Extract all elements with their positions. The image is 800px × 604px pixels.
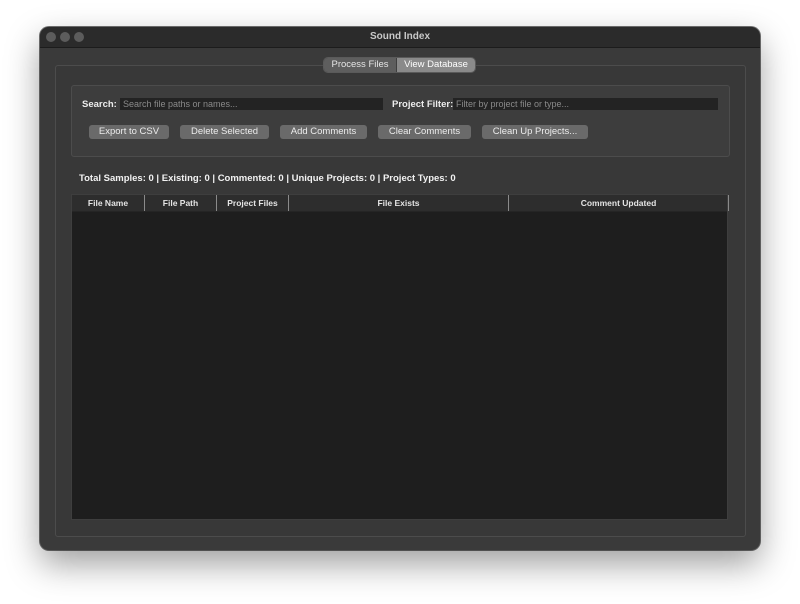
samples-table[interactable]: File Name File Path Project Files File E… xyxy=(71,194,729,520)
clean-up-projects-button[interactable]: Clean Up Projects... xyxy=(482,125,588,139)
table-body[interactable] xyxy=(72,212,727,519)
table-header: File Name File Path Project Files File E… xyxy=(72,195,729,212)
project-filter-input[interactable] xyxy=(453,98,718,110)
tab-bar: Process Files View Database xyxy=(324,58,475,72)
column-header-project-files[interactable]: Project Files xyxy=(217,195,289,211)
search-input[interactable] xyxy=(120,98,383,110)
search-label: Search: xyxy=(82,99,117,110)
column-header-comment-updated[interactable]: Comment Updated xyxy=(509,195,729,211)
clear-comments-button[interactable]: Clear Comments xyxy=(378,125,471,139)
column-header-file-name[interactable]: File Name xyxy=(72,195,145,211)
tab-process-files[interactable]: Process Files xyxy=(324,58,397,72)
title-bar[interactable]: Sound Index xyxy=(40,27,760,48)
project-filter-label: Project Filter: xyxy=(392,99,454,110)
window-title: Sound Index xyxy=(370,31,430,42)
app-window: Sound Index Process Files View Database … xyxy=(40,27,760,550)
export-csv-button[interactable]: Export to CSV xyxy=(89,125,169,139)
column-header-file-exists[interactable]: File Exists xyxy=(289,195,509,211)
delete-selected-button[interactable]: Delete Selected xyxy=(180,125,269,139)
database-stats: Total Samples: 0 | Existing: 0 | Comment… xyxy=(79,173,456,184)
add-comments-button[interactable]: Add Comments xyxy=(280,125,367,139)
tab-view-database[interactable]: View Database xyxy=(397,58,475,72)
filter-toolbar: Search: Project Filter: Export to CSV De… xyxy=(71,85,730,157)
column-header-file-path[interactable]: File Path xyxy=(145,195,217,211)
view-database-panel: Search: Project Filter: Export to CSV De… xyxy=(55,65,746,537)
